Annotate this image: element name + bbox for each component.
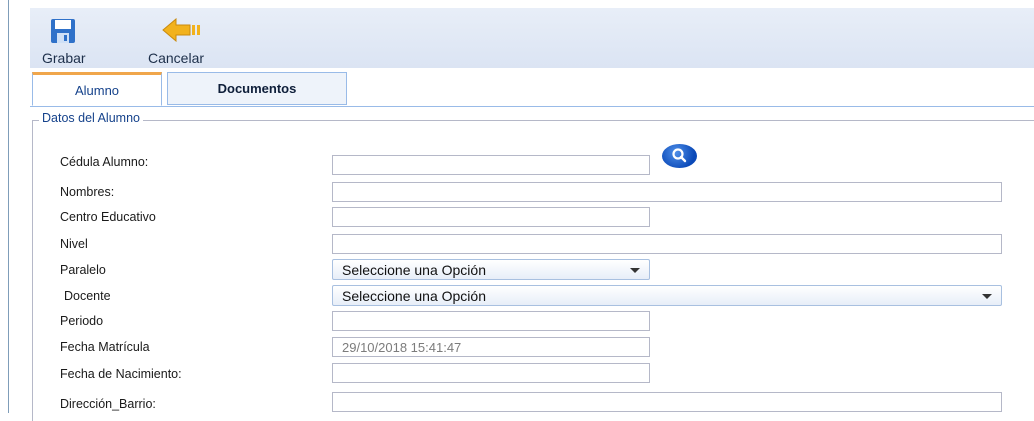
nombres-label: Nombres: [60, 185, 115, 199]
paralelo-select[interactable]: Seleccione una Opción [332, 259, 650, 280]
fecha-nacimiento-input[interactable] [332, 363, 650, 383]
tab-strip: Alumno Documentos [30, 68, 1034, 107]
periodo-input[interactable] [332, 311, 650, 331]
chevron-down-icon [982, 294, 992, 299]
centro-educativo-label: Centro Educativo [60, 210, 156, 224]
cedula-input[interactable] [332, 155, 650, 175]
fecha-matricula-input[interactable]: 29/10/2018 15:41:47 [332, 337, 650, 357]
centro-educativo-input[interactable] [332, 207, 650, 227]
floppy-disk-icon [51, 19, 75, 43]
paralelo-selected-value: Seleccione una Opción [342, 262, 486, 278]
toolbar: Grabar Cancelar [30, 8, 1034, 69]
cedula-label: Cédula Alumno: [60, 155, 149, 169]
search-icon [672, 148, 687, 163]
nivel-label: Nivel [60, 237, 88, 251]
window-left-border [8, 0, 9, 413]
search-button[interactable] [662, 144, 697, 168]
save-label: Grabar [42, 50, 86, 66]
section-legend: Datos del Alumno [39, 111, 143, 125]
cancel-label: Cancelar [148, 50, 205, 66]
fecha-matricula-label: Fecha Matrícula [60, 340, 150, 354]
docente-selected-value: Seleccione una Opción [342, 288, 486, 304]
direccion-barrio-input[interactable] [332, 392, 1002, 412]
back-arrow-icon [162, 18, 200, 42]
tab-alumno[interactable]: Alumno [32, 72, 162, 106]
paralelo-label: Paralelo [60, 263, 106, 277]
docente-select[interactable]: Seleccione una Opción [332, 285, 1002, 306]
direccion-barrio-label: Dirección_Barrio: [60, 397, 156, 411]
nivel-input[interactable] [332, 234, 1002, 254]
fecha-nacimiento-label: Fecha de Nacimiento: [60, 367, 182, 381]
docente-label: Docente [64, 289, 111, 303]
chevron-down-icon [630, 268, 640, 273]
periodo-label: Periodo [60, 314, 104, 328]
nombres-input[interactable] [332, 182, 1002, 202]
tab-documentos[interactable]: Documentos [167, 72, 347, 105]
